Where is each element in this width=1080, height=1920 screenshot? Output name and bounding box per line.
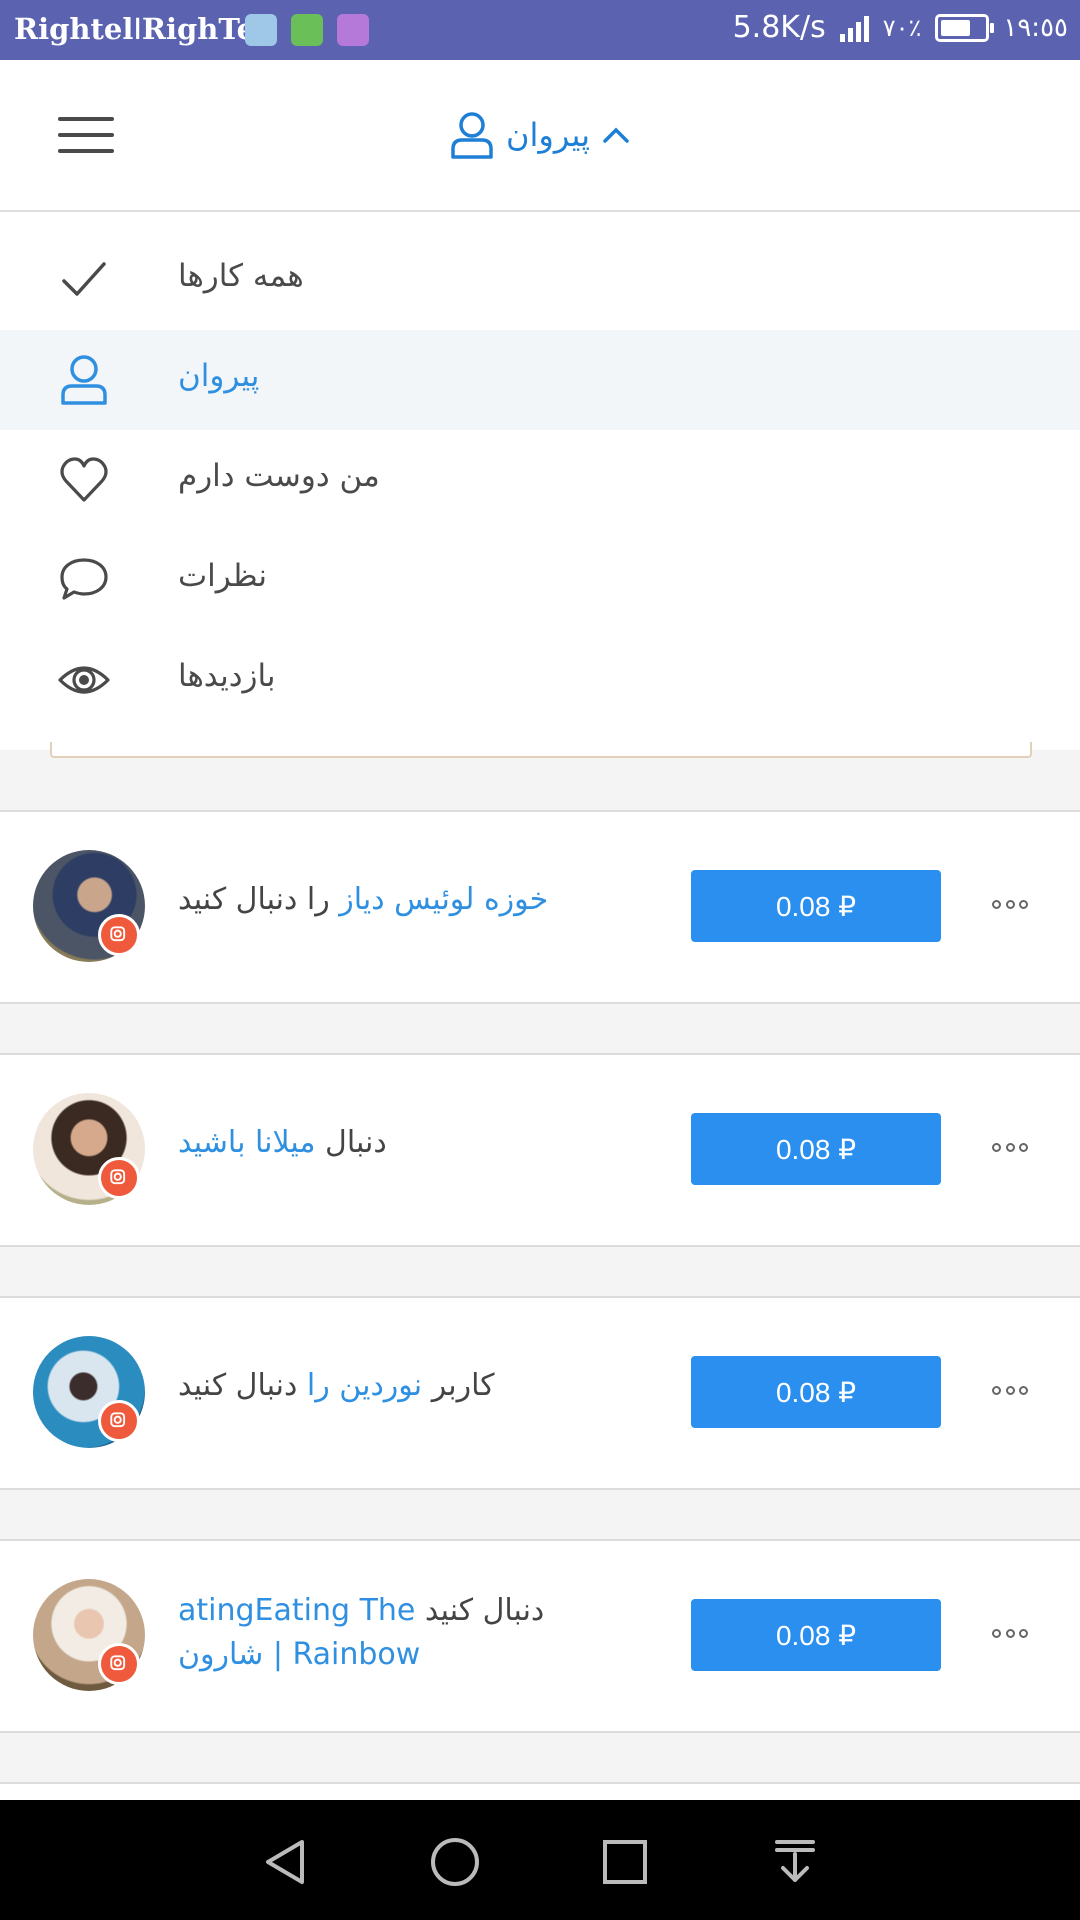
instagram-icon [98, 1400, 140, 1442]
task-card: دنبال کنید atingEating The Rainbow | شار… [0, 1539, 1080, 1733]
instagram-icon [98, 914, 140, 956]
carrier-name: RightelǀRighTel [14, 12, 267, 46]
notification-app-icon [245, 14, 277, 46]
checkmark-icon [62, 262, 106, 296]
clock: ١٩:٥٥ [1003, 12, 1068, 43]
system-navigation-bar [0, 1800, 1080, 1920]
menu-item-label: نظرات [178, 558, 267, 594]
user-icon [451, 112, 493, 159]
task-reward-button[interactable]: 0.08 ₽ [691, 1356, 941, 1428]
instagram-icon [98, 1643, 140, 1685]
network-speed: 5.8K/s [732, 10, 826, 45]
task-suffix: را دنبال کنید [178, 882, 340, 917]
instagram-icon [98, 1157, 140, 1199]
task-reward-button[interactable]: 0.08 ₽ [691, 1113, 941, 1185]
task-card: دنبال میلانا باشید 0.08 ₽ [0, 1053, 1080, 1247]
menu-item-all-tasks[interactable]: همه کارها [0, 230, 1080, 330]
back-icon[interactable] [258, 1834, 314, 1890]
task-prefix: دنبال کنید [415, 1593, 545, 1628]
task-description: کاربر نوردین را دنبال کنید [178, 1364, 648, 1408]
task-prefix: دنبال [315, 1125, 387, 1160]
recents-icon[interactable] [597, 1834, 653, 1890]
comment-icon [60, 558, 108, 600]
app-header: پیروان [0, 60, 1080, 212]
filter-menu: همه کارها پیروان من دوست دارم نظرات بازد… [0, 212, 1080, 750]
task-reward-button[interactable]: 0.08 ₽ [691, 870, 941, 942]
menu-bottom-border [50, 742, 1032, 758]
battery-percent: ٧٠٪ [882, 13, 922, 42]
notification-image-icon [337, 14, 369, 46]
header-title: پیروان [505, 116, 591, 154]
menu-item-likes[interactable]: من دوست دارم [0, 430, 1080, 530]
task-card: خوزه لوئیس دیاز را دنبال کنید 0.08 ₽ [0, 810, 1080, 1004]
menu-item-label: من دوست دارم [178, 458, 380, 494]
notification-pulldown-icon[interactable] [767, 1834, 823, 1890]
battery-fill [941, 19, 971, 36]
task-description: خوزه لوئیس دیاز را دنبال کنید [178, 878, 648, 922]
task-reward-button[interactable]: 0.08 ₽ [691, 1599, 941, 1671]
task-suffix: دنبال کنید [178, 1368, 307, 1403]
menu-item-label: پیروان [178, 358, 260, 394]
menu-item-views[interactable]: بازدیدها [0, 630, 1080, 730]
task-username-link[interactable]: میلانا باشید [178, 1125, 315, 1160]
user-icon [61, 355, 107, 405]
task-card: کاربر نوردین را دنبال کنید 0.08 ₽ [0, 1296, 1080, 1490]
menu-item-label: بازدیدها [178, 658, 276, 694]
task-description: دنبال کنید atingEating The Rainbow | شار… [178, 1589, 648, 1677]
menu-item-comments[interactable]: نظرات [0, 530, 1080, 630]
task-description: دنبال میلانا باشید [178, 1121, 648, 1165]
battery-icon [935, 13, 995, 42]
task-username-link[interactable]: نوردین را [307, 1368, 422, 1403]
menu-item-followers[interactable]: پیروان [0, 330, 1080, 430]
notification-shield-icon [291, 14, 323, 46]
chevron-up-icon [603, 127, 629, 143]
more-options-icon[interactable] [992, 1135, 1028, 1159]
more-options-icon[interactable] [992, 1621, 1028, 1645]
task-prefix: کاربر [422, 1368, 495, 1403]
heart-icon [60, 457, 108, 502]
signal-icon [839, 14, 869, 42]
more-options-icon[interactable] [992, 892, 1028, 916]
home-icon[interactable] [427, 1834, 483, 1890]
menu-item-label: همه کارها [178, 258, 304, 294]
task-username-link[interactable]: atingEating The Rainbow | شارون [178, 1593, 420, 1672]
task-username-link[interactable]: خوزه لوئیس دیاز [339, 882, 548, 917]
filter-dropdown-toggle[interactable]: پیروان [0, 105, 1080, 165]
eye-icon [58, 666, 110, 694]
more-options-icon[interactable] [992, 1378, 1028, 1402]
status-bar: RightelǀRighTel 5.8K/s ٧٠٪ ١٩:٥٥ [0, 0, 1080, 60]
